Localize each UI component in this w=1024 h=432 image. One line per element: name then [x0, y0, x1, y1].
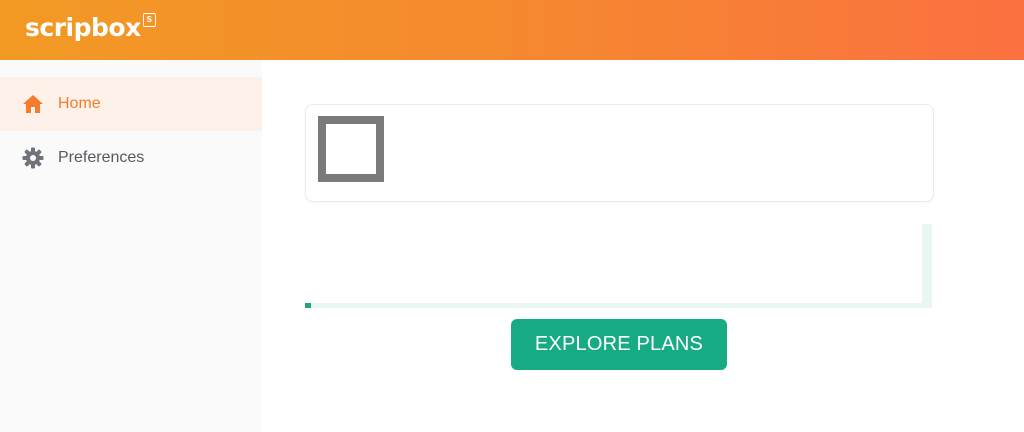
- explore-plans-button[interactable]: EXPLORE PLANS: [511, 319, 727, 370]
- scripbox-logo[interactable]: scripbox S: [25, 10, 156, 46]
- banner-progress-tick: [305, 303, 311, 308]
- banner-right-border: [922, 224, 932, 308]
- top-header: scripbox S: [0, 0, 1024, 60]
- sidebar-item-home[interactable]: Home: [0, 77, 262, 131]
- gear-icon: [22, 147, 44, 169]
- sidebar-item-preferences[interactable]: Preferences: [0, 131, 262, 185]
- content-card: [305, 104, 934, 202]
- sidebar-item-label: Preferences: [58, 149, 145, 166]
- home-icon: [22, 93, 44, 115]
- banner-bottom-border: [305, 303, 932, 308]
- sidebar: Home Preferences: [0, 60, 262, 432]
- placeholder-square-icon: [318, 116, 384, 182]
- logo-text: scripbox: [25, 13, 141, 42]
- sidebar-item-label: Home: [58, 95, 101, 112]
- logo-badge: S: [142, 13, 156, 27]
- banner-placeholder: [305, 224, 932, 308]
